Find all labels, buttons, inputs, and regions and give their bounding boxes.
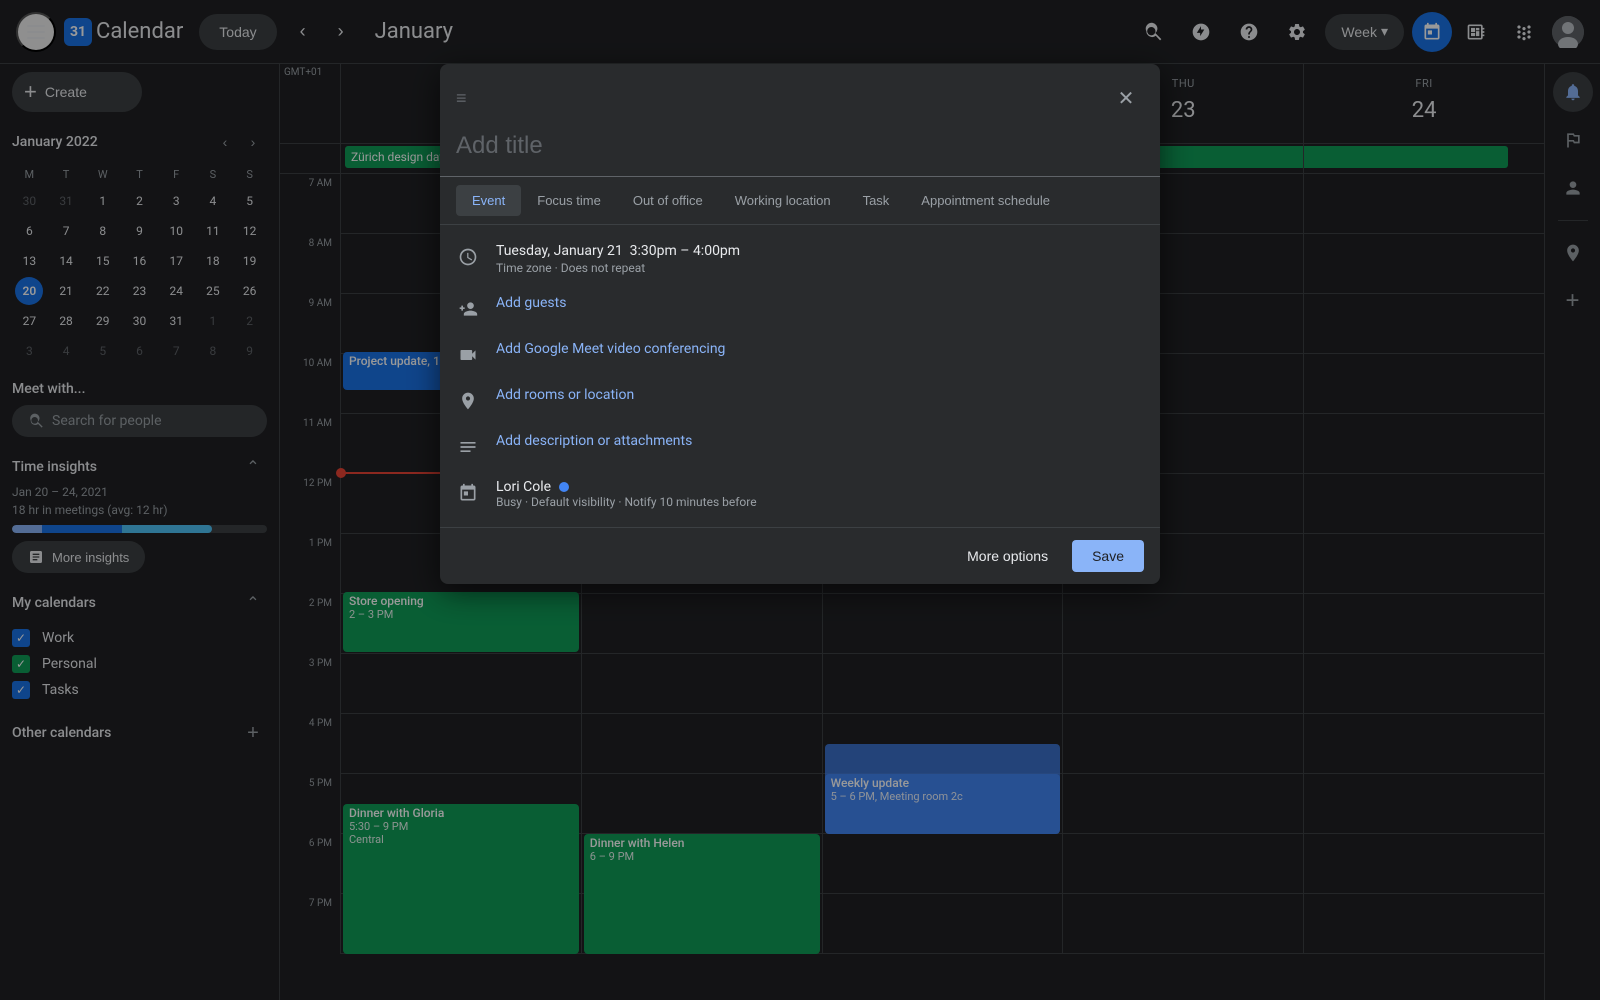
dialog-footer: More options Save bbox=[440, 527, 1160, 584]
calendar-owner-sub: Busy · Default visibility · Notify 10 mi… bbox=[496, 495, 1144, 509]
location-icon bbox=[456, 389, 480, 413]
clock-icon bbox=[456, 245, 480, 269]
event-title-input[interactable] bbox=[440, 116, 1160, 177]
event-type-tabs: Event Focus time Out of office Working l… bbox=[440, 177, 1160, 225]
dialog-datetime-content: Tuesday, January 21 3:30pm – 4:00pm Time… bbox=[496, 243, 1144, 275]
tab-event[interactable]: Event bbox=[456, 185, 521, 216]
dialog-meet-row[interactable]: Add Google Meet video conferencing bbox=[440, 331, 1160, 377]
dialog-description-row[interactable]: Add description or attachments bbox=[440, 423, 1160, 469]
tab-task[interactable]: Task bbox=[847, 185, 906, 216]
event-dialog: ≡ ✕ Event Focus time Out of office Worki… bbox=[440, 64, 1160, 584]
calendar-owner-area: Lori Cole bbox=[496, 479, 1144, 495]
calendar-owner-dot bbox=[559, 482, 569, 492]
dialog-location-content: Add rooms or location bbox=[496, 387, 1144, 403]
event-dialog-overlay: ≡ ✕ Event Focus time Out of office Worki… bbox=[0, 0, 1600, 1000]
tab-out-of-office[interactable]: Out of office bbox=[617, 185, 719, 216]
dialog-location-row[interactable]: Add rooms or location bbox=[440, 377, 1160, 423]
description-icon bbox=[456, 435, 480, 459]
dialog-body: Tuesday, January 21 3:30pm – 4:00pm Time… bbox=[440, 225, 1160, 527]
dialog-meet-content: Add Google Meet video conferencing bbox=[496, 341, 1144, 357]
dialog-add-location[interactable]: Add rooms or location bbox=[496, 387, 1144, 403]
dialog-add-meet[interactable]: Add Google Meet video conferencing bbox=[496, 341, 1144, 357]
tab-focus-time[interactable]: Focus time bbox=[521, 185, 617, 216]
dialog-close-button[interactable]: ✕ bbox=[1108, 80, 1144, 116]
save-button[interactable]: Save bbox=[1072, 540, 1144, 572]
dialog-header: ≡ ✕ bbox=[440, 64, 1160, 116]
calendar-icon bbox=[456, 481, 480, 505]
dialog-time-sub: Time zone · Does not repeat bbox=[496, 261, 1144, 275]
more-options-button[interactable]: More options bbox=[951, 540, 1064, 572]
guests-icon bbox=[456, 297, 480, 321]
calendar-owner-name: Lori Cole bbox=[496, 479, 551, 495]
tab-appointment-schedule[interactable]: Appointment schedule bbox=[905, 185, 1066, 216]
dialog-add-guests[interactable]: Add guests bbox=[496, 295, 1144, 311]
dialog-calendar-row[interactable]: Lori Cole Busy · Default visibility · No… bbox=[440, 469, 1160, 519]
dialog-guests-content: Add guests bbox=[496, 295, 1144, 311]
tab-working-location[interactable]: Working location bbox=[719, 185, 847, 216]
dialog-calendar-content: Lori Cole Busy · Default visibility · No… bbox=[496, 479, 1144, 509]
dialog-date-time[interactable]: Tuesday, January 21 3:30pm – 4:00pm bbox=[496, 243, 1144, 259]
dialog-guests-row[interactable]: Add guests bbox=[440, 285, 1160, 331]
drag-handle-icon: ≡ bbox=[456, 88, 467, 109]
dialog-add-description[interactable]: Add description or attachments bbox=[496, 433, 1144, 449]
meet-icon bbox=[456, 343, 480, 367]
dialog-datetime-row: Tuesday, January 21 3:30pm – 4:00pm Time… bbox=[440, 233, 1160, 285]
dialog-description-content: Add description or attachments bbox=[496, 433, 1144, 449]
